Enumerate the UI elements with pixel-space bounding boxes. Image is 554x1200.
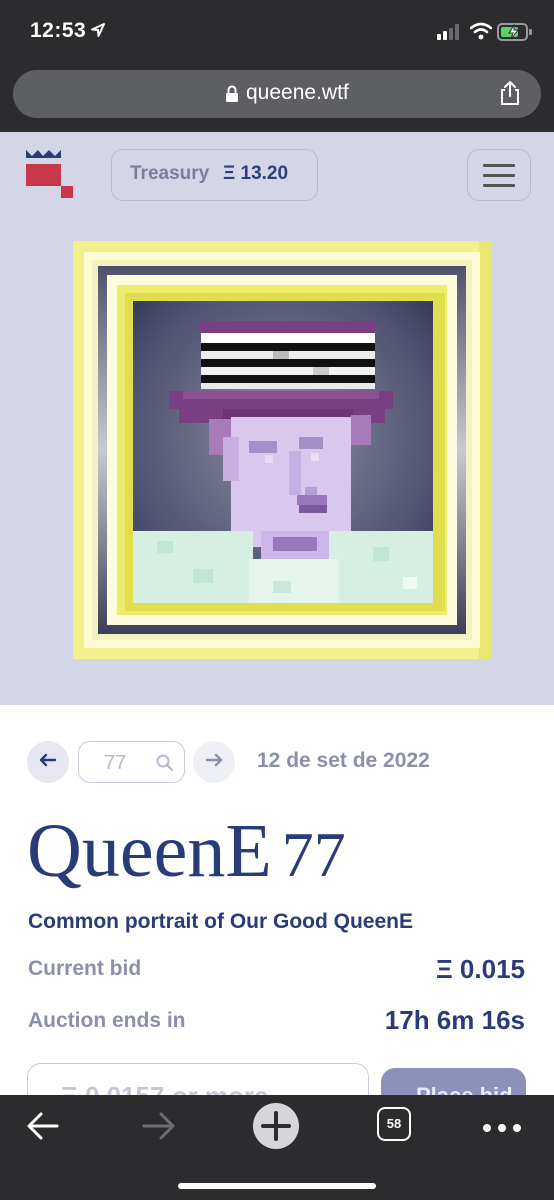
share-icon[interactable]: [499, 80, 521, 111]
arrow-left-icon: [39, 753, 57, 772]
search-icon[interactable]: [156, 754, 174, 777]
browser-address-area: queene.wtf: [0, 62, 554, 132]
title-name: QueenE: [27, 809, 272, 893]
treasury-value: Ξ 13.20: [223, 163, 289, 184]
tab-count: 58: [386, 1116, 402, 1131]
auction-ends-label: Auction ends in: [28, 1009, 186, 1032]
status-time: 12:53: [30, 19, 87, 42]
portrait-description: Common portrait of Our Good QueenE: [28, 910, 413, 933]
current-bid-value: Ξ 0.015: [435, 954, 525, 984]
crown-logo-icon[interactable]: [24, 148, 76, 205]
back-icon[interactable]: [26, 1109, 60, 1148]
address-bar[interactable]: queene.wtf: [13, 70, 541, 118]
noun-id-value: 77: [104, 752, 127, 774]
treasury-label: Treasury: [130, 163, 210, 184]
auction-panel: 77 12 de set de 2022 QueenE 77 Common por…: [0, 705, 554, 1128]
status-bar: 12:53: [0, 0, 554, 62]
arrow-right-icon: [205, 753, 223, 772]
url-text: queene.wtf: [246, 81, 349, 104]
auction-countdown: 17h 6m 16s: [384, 1005, 525, 1035]
home-indicator: [178, 1183, 376, 1189]
noun-id-input[interactable]: 77: [78, 741, 185, 783]
signal-icon: [437, 24, 463, 45]
next-noun-button[interactable]: [193, 741, 235, 783]
previous-noun-button[interactable]: [27, 741, 69, 783]
treasury-button[interactable]: Treasury Ξ 13.20: [111, 149, 318, 201]
forward-icon[interactable]: [140, 1109, 178, 1148]
page-title: QueenE 77: [27, 813, 346, 889]
lock-icon: [225, 85, 239, 108]
title-number: 77: [281, 819, 346, 890]
browser-toolbar: 58: [0, 1095, 554, 1200]
wifi-icon: [469, 22, 493, 45]
battery-icon: [497, 22, 533, 47]
menu-button[interactable]: [467, 149, 531, 201]
hero-section: Treasury Ξ 13.20: [0, 132, 554, 705]
auction-date: 12 de set de 2022: [257, 749, 430, 772]
queene-portrait: [73, 241, 491, 659]
current-bid-label: Current bid: [28, 957, 142, 980]
tabs-icon[interactable]: 58: [377, 1107, 411, 1141]
new-tab-button[interactable]: [253, 1103, 299, 1149]
more-icon[interactable]: [482, 1120, 522, 1138]
location-arrow-icon: [90, 22, 106, 43]
plus-icon: [253, 1111, 299, 1153]
